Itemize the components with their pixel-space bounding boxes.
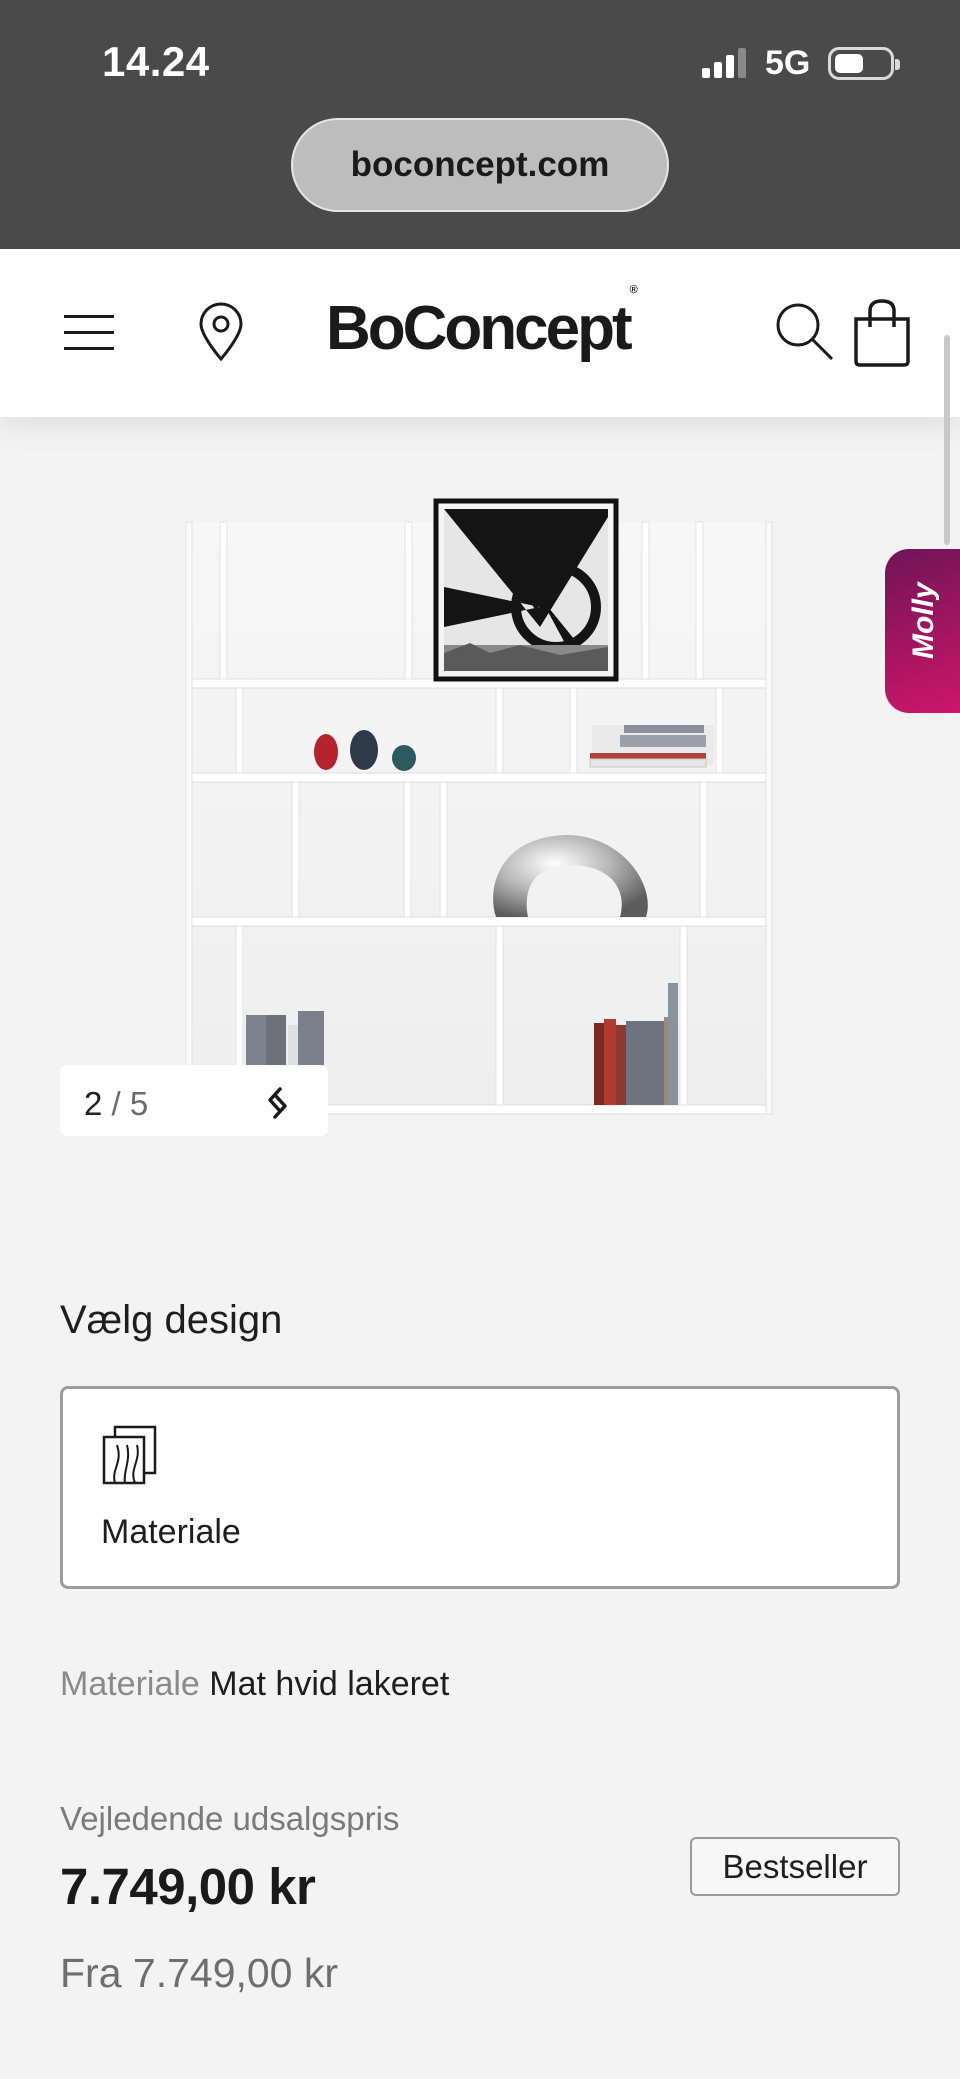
search-icon[interactable] — [774, 301, 836, 363]
menu-icon[interactable] — [62, 312, 116, 354]
chevron-right-icon[interactable] — [262, 1088, 298, 1124]
material-option-label: Materiale — [101, 1513, 241, 1551]
selected-material-key: Materiale — [60, 1665, 200, 1703]
battery-icon — [828, 47, 900, 80]
scrollbar[interactable] — [944, 335, 950, 545]
shopping-bag-icon[interactable] — [852, 297, 912, 367]
design-section-title: Vælg design — [60, 1298, 283, 1342]
selected-material: Materiale Mat hvid lakeret — [60, 1665, 449, 1704]
bestseller-badge: Bestseller — [690, 1837, 900, 1896]
price: 7.749,00 kr — [60, 1858, 316, 1915]
signal-icon — [702, 48, 746, 78]
chat-assistant-button[interactable]: Molly — [885, 549, 960, 713]
site-header: BoConcept® — [0, 249, 960, 417]
clock: 14.24 — [102, 38, 210, 85]
brand-logo[interactable]: BoConcept® — [326, 284, 638, 364]
location-pin-icon[interactable] — [196, 301, 246, 363]
page: 14.24 5G boconcept.com BoConcept® Molly … — [0, 0, 960, 2079]
network-label: 5G — [765, 44, 811, 82]
image-counter: 2 / 5 — [84, 1085, 149, 1122]
status-bar: 14.24 5G boconcept.com — [0, 0, 960, 249]
url-bar[interactable]: boconcept.com — [291, 118, 669, 212]
shelf-illustration — [185, 498, 773, 1115]
product-image — [0, 417, 960, 1177]
from-price: Fra 7.749,00 kr — [60, 1950, 339, 1996]
material-option-card[interactable]: Materiale — [60, 1386, 900, 1589]
selected-material-value: Mat hvid lakeret — [209, 1665, 450, 1703]
price-label: Vejledende udsalgspris — [60, 1800, 400, 1837]
material-swatch-icon — [102, 1425, 157, 1485]
